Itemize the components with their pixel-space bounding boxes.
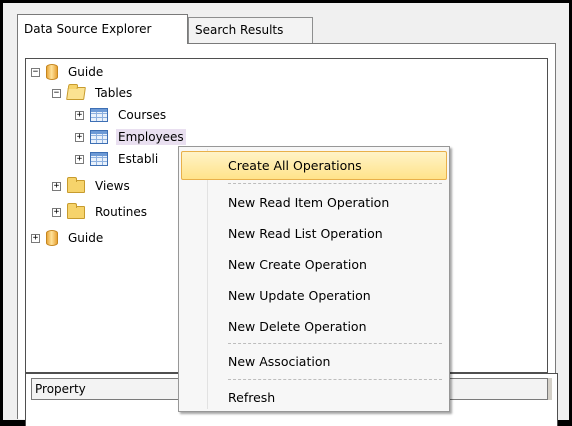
menu-item-refresh[interactable]: Refresh [181, 383, 447, 412]
database-icon [46, 64, 58, 80]
tab-data-source-explorer[interactable]: Data Source Explorer [17, 14, 188, 44]
expand-icon[interactable]: + [31, 233, 40, 243]
expand-icon[interactable]: + [75, 154, 84, 164]
menu-separator [228, 183, 442, 184]
expand-icon[interactable]: + [75, 110, 84, 120]
header-edge [547, 378, 552, 400]
menu-item-new-create-operation[interactable]: New Create Operation [181, 250, 447, 279]
folder-icon [67, 176, 85, 193]
tree-node-label: Tables [95, 86, 133, 100]
collapse-icon[interactable]: − [52, 88, 61, 98]
database-icon [46, 230, 58, 246]
expand-icon[interactable]: + [75, 132, 84, 142]
tree-node-label: Guide [68, 65, 104, 79]
tree-node-label: Guide [68, 231, 104, 245]
expand-icon[interactable]: + [52, 207, 61, 217]
menu-separator [228, 379, 442, 380]
menu-separator [228, 343, 442, 344]
table-icon [90, 152, 108, 166]
tree-node-label: Establi [118, 152, 159, 166]
tree-node-views[interactable]: + Views [52, 176, 132, 196]
tree-node-label: Courses [118, 108, 167, 122]
collapse-icon[interactable]: − [31, 67, 40, 77]
folder-icon [67, 202, 85, 219]
menu-item-new-read-item-operation[interactable]: New Read Item Operation [181, 188, 447, 217]
expand-icon[interactable]: + [52, 181, 61, 191]
context-menu: Create All Operations New Read Item Oper… [178, 146, 450, 412]
tree-node-label: Employees [116, 129, 186, 145]
tree-node-courses[interactable]: + Courses [75, 105, 168, 125]
menu-item-new-update-operation[interactable]: New Update Operation [181, 281, 447, 310]
property-column-header[interactable]: Property [35, 382, 86, 396]
tree-node-tables[interactable]: − Tables [52, 83, 134, 103]
table-icon [90, 108, 108, 122]
tab-search-results[interactable]: Search Results [188, 17, 313, 43]
tree-node-guide[interactable]: − Guide [31, 62, 105, 82]
tree-node-guide-2[interactable]: + Guide [31, 228, 105, 248]
table-icon [90, 130, 108, 144]
menu-item-new-delete-operation[interactable]: New Delete Operation [181, 312, 447, 341]
tree-node-establishments[interactable]: + Establi [75, 149, 160, 169]
menu-item-create-all-operations[interactable]: Create All Operations [181, 151, 447, 180]
menu-item-new-read-list-operation[interactable]: New Read List Operation [181, 219, 447, 248]
tree-node-routines[interactable]: + Routines [52, 202, 149, 222]
folder-open-icon [66, 86, 86, 100]
tree-node-employees[interactable]: + Employees [75, 127, 186, 147]
tree-node-label: Routines [95, 205, 148, 219]
menu-item-new-association[interactable]: New Association [181, 347, 447, 376]
tree-node-label: Views [95, 179, 130, 193]
